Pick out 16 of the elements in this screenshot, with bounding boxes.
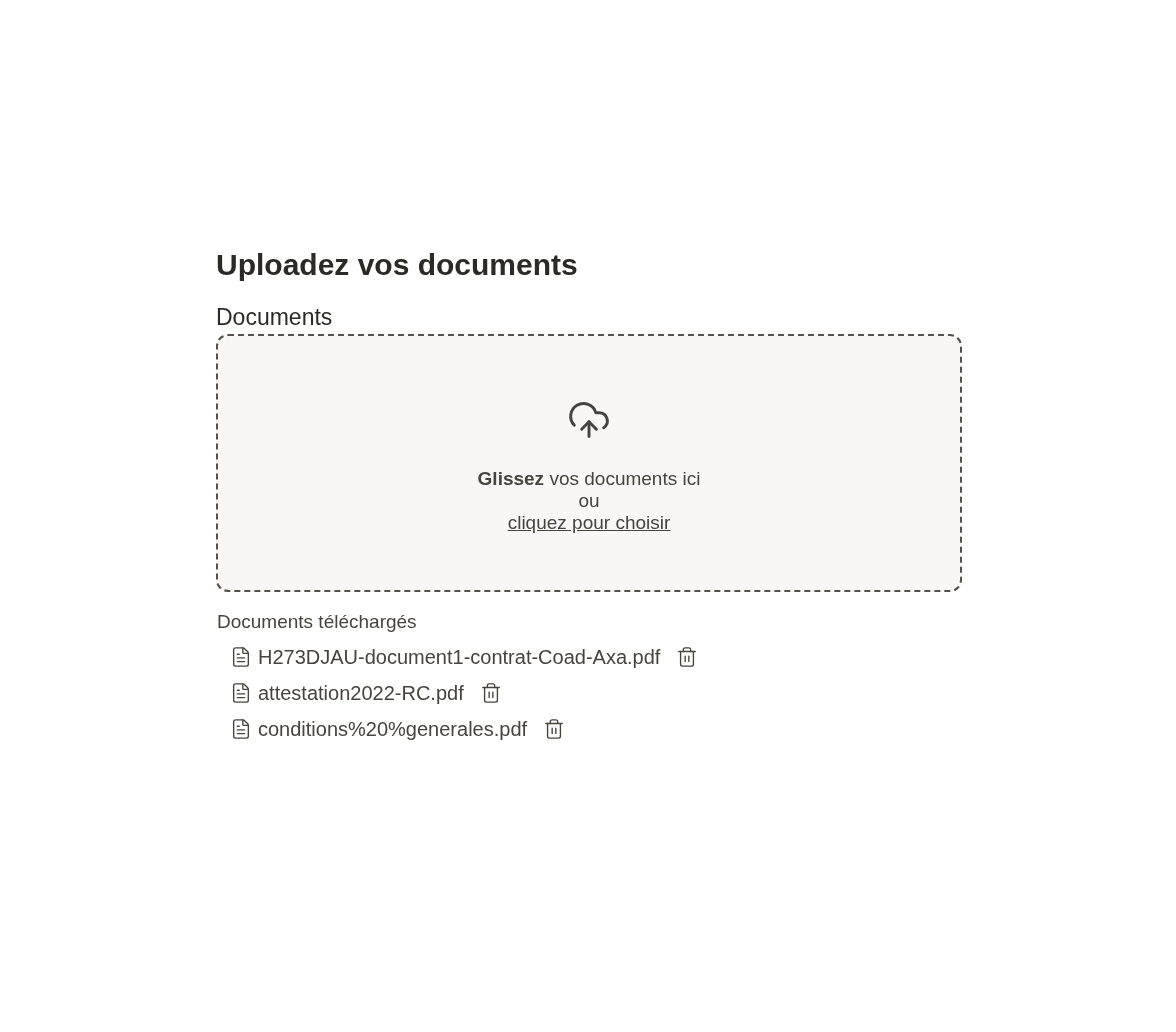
delete-button[interactable] — [676, 646, 699, 668]
file-icon — [230, 718, 252, 740]
drop-instruction: Glissez vos documents ici — [477, 468, 701, 490]
delete-button[interactable] — [543, 718, 566, 740]
file-name: attestation2022-RC.pdf — [258, 681, 464, 706]
file-name: conditions%20%generales.pdf — [258, 717, 528, 742]
uploaded-heading: Documents téléchargés — [217, 610, 417, 634]
dropzone[interactable]: Glissez vos documents ici ou cliquez pour choisir — [216, 334, 962, 592]
choose-files-link[interactable]: cliquez pour choisir — [507, 512, 671, 534]
separator-text: ou — [578, 490, 600, 512]
page-title: Uploadez vos documents — [216, 247, 578, 283]
file-name: H273DJAU-document1-contrat-Coad-Axa.pdf — [258, 645, 661, 670]
file-icon — [230, 646, 252, 668]
file-icon — [230, 682, 252, 704]
field-label: Documents — [216, 303, 333, 332]
delete-button[interactable] — [479, 682, 502, 704]
